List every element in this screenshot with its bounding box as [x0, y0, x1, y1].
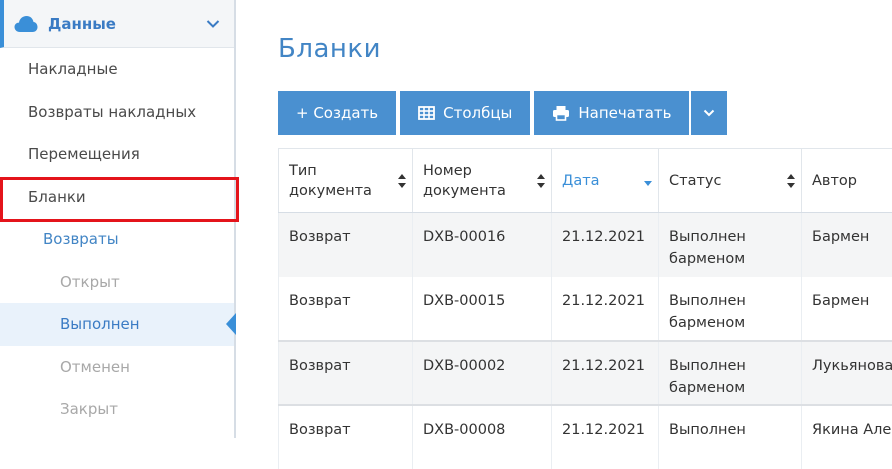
sidebar-item-invoices[interactable]: Накладные [0, 48, 234, 91]
column-header-doc-number[interactable]: Номер документа [413, 149, 552, 213]
chevron-down-icon [703, 109, 715, 117]
sort-icon[interactable] [537, 174, 545, 188]
cell-doc-type: Возврат [279, 341, 413, 405]
sidebar-section-title: Данные [48, 15, 206, 33]
table-icon [418, 106, 435, 120]
cell-doc-number: DXB-00002 [413, 341, 552, 405]
chevron-down-icon[interactable] [206, 19, 220, 29]
cell-date: 21.12.2021 [552, 213, 659, 277]
sidebar-item-forms[interactable]: Бланки [0, 176, 234, 219]
sidebar-item-returns[interactable]: Возвраты [0, 218, 234, 261]
table-row[interactable]: Возврат DXB-00016 21.12.2021 Выполнен ба… [279, 213, 892, 277]
toolbar: + Создать Столбцы Нап [278, 91, 727, 135]
cell-doc-type: Возврат [279, 277, 413, 341]
create-button[interactable]: + Создать [278, 91, 396, 135]
cell-author: Лукьянова [802, 341, 892, 405]
sidebar: Данные Накладные Возвраты накладных Пере… [0, 0, 236, 438]
sort-icon[interactable] [398, 174, 406, 188]
cell-status: Выполнен барменом [659, 341, 802, 405]
column-header-doc-type[interactable]: Тип документа [279, 149, 413, 213]
print-button[interactable]: Напечатать [534, 91, 689, 135]
table-header-row: Тип документа Номер документа Дата Стату… [279, 149, 892, 213]
cell-status: Выполнен барменом [659, 277, 802, 341]
forms-table: Тип документа Номер документа Дата Стату… [278, 148, 892, 469]
column-header-status[interactable]: Статус [659, 149, 802, 213]
print-icon [552, 105, 570, 121]
cell-author: Бармен [802, 277, 892, 341]
table-row[interactable]: Возврат DXB-00002 21.12.2021 Выполнен ба… [279, 341, 892, 405]
cell-doc-number: DXB-00015 [413, 277, 552, 341]
cell-doc-type: Возврат [279, 405, 413, 469]
main-content: Бланки + Создать Столбцы [238, 0, 892, 438]
sidebar-item-open[interactable]: Открыт [0, 261, 234, 304]
table-row[interactable]: Возврат DXB-00015 21.12.2021 Выполнен ба… [279, 277, 892, 341]
cell-author: Бармен [802, 213, 892, 277]
cell-date: 21.12.2021 [552, 277, 659, 341]
cell-status: Выполнен барменом [659, 213, 802, 277]
print-options-dropdown[interactable] [691, 91, 727, 135]
cell-date: 21.12.2021 [552, 341, 659, 405]
sidebar-item-cancelled[interactable]: Отменен [0, 346, 234, 389]
cell-status: Выполнен [659, 405, 802, 469]
page-title: Бланки [278, 34, 381, 64]
columns-button[interactable]: Столбцы [400, 91, 530, 135]
cell-doc-number: DXB-00016 [413, 213, 552, 277]
column-header-date[interactable]: Дата [552, 149, 659, 213]
sort-desc-icon[interactable] [644, 174, 652, 188]
cell-doc-type: Возврат [279, 213, 413, 277]
cloud-icon [14, 15, 38, 33]
sort-icon[interactable] [787, 174, 795, 188]
cell-author: Якина Але [802, 405, 892, 469]
sidebar-item-invoice-returns[interactable]: Возвраты накладных [0, 91, 234, 134]
sidebar-item-completed[interactable]: Выполнен [0, 303, 234, 346]
cell-date: 21.12.2021 [552, 405, 659, 469]
sidebar-section-data[interactable]: Данные [0, 0, 234, 48]
cell-doc-number: DXB-00008 [413, 405, 552, 469]
table-row[interactable]: Возврат DXB-00008 21.12.2021 Выполнен Як… [279, 405, 892, 469]
sidebar-item-transfers[interactable]: Перемещения [0, 133, 234, 176]
sidebar-item-closed[interactable]: Закрыт [0, 388, 234, 431]
column-header-author[interactable]: Автор [802, 149, 892, 213]
